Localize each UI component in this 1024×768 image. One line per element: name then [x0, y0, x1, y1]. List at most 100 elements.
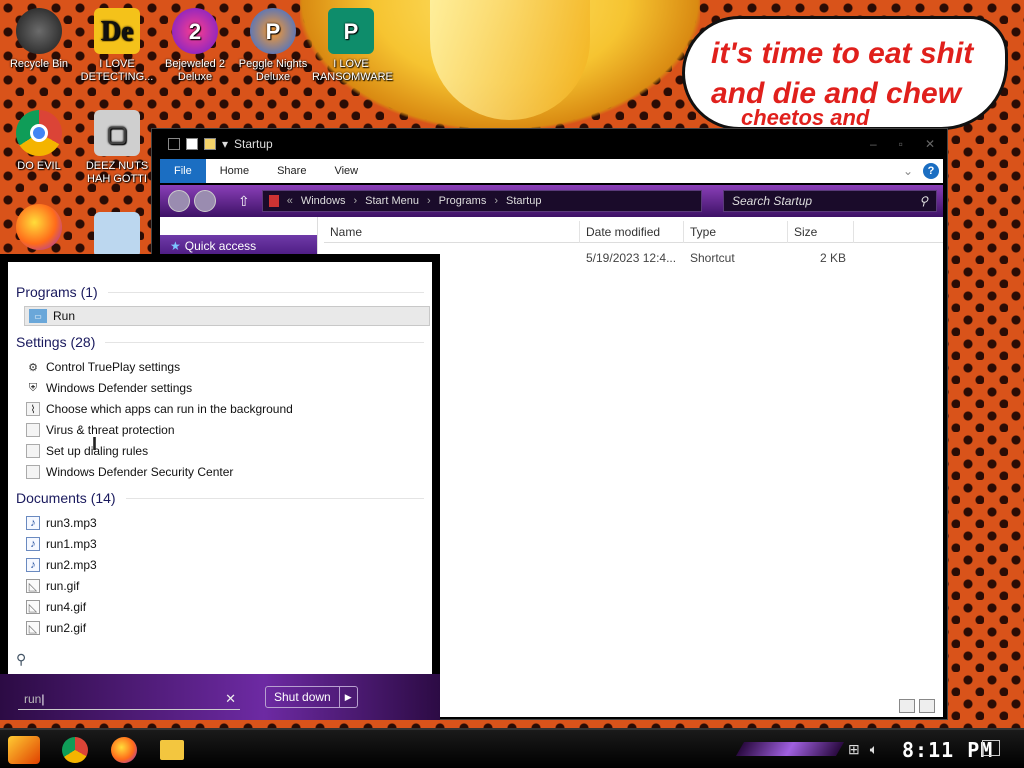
result-security-center[interactable]: Windows Defender Security Center	[26, 462, 233, 482]
start-button[interactable]	[8, 736, 40, 764]
up-arrow-icon[interactable]: ⇧	[238, 193, 250, 210]
shutdown-button[interactable]: Shut down	[266, 687, 339, 707]
desktop-icon-label: Recycle Bin	[9, 58, 69, 70]
desktop-icon-firefox[interactable]	[0, 204, 78, 254]
close-button[interactable]: ✕	[925, 137, 935, 151]
shield-icon: ⛨	[28, 381, 38, 394]
star-icon: ★	[170, 239, 181, 253]
address-bar[interactable]: « Windows › Start Menu › Programs › Star…	[261, 190, 702, 212]
shutdown-options-arrow[interactable]: ▶	[338, 687, 357, 707]
file-type: Shortcut	[690, 251, 735, 265]
column-type[interactable]: Type	[684, 221, 788, 243]
details-view-icon[interactable]	[899, 699, 915, 713]
desktop-icon-label: Peggle Nights Deluxe	[238, 58, 308, 83]
firefox-icon	[16, 204, 62, 250]
peggle-icon: P	[250, 8, 296, 54]
result-run[interactable]: ▭ Run	[24, 306, 430, 326]
search-box[interactable]: Search Startup ⚲	[723, 190, 937, 212]
search-icon: ⚲	[919, 194, 928, 208]
result-run2-gif[interactable]: ◺ run2.gif	[26, 618, 86, 638]
network-tray-icon[interactable]: ⊞	[848, 741, 860, 758]
chevron-down-icon[interactable]: ⌄	[903, 164, 913, 178]
chart-icon: ⌇	[26, 402, 40, 416]
column-name[interactable]: Name	[324, 221, 580, 243]
desktop-icon-ransomware[interactable]: P I LOVE RANSOMWARE	[312, 8, 393, 84]
properties-icon[interactable]	[186, 138, 198, 150]
page-icon	[26, 465, 40, 479]
view-toggle	[899, 699, 935, 713]
notifications-icon[interactable]	[982, 740, 1000, 756]
clear-search-icon[interactable]: ✕	[225, 688, 236, 710]
bubble-line-1: it's time to eat shit	[711, 37, 974, 70]
tab-view[interactable]: View	[320, 159, 372, 183]
result-trueplay-settings[interactable]: ⚙ Control TruePlay settings	[26, 357, 180, 377]
result-dialing-rules[interactable]: Set up dialing rules	[26, 441, 148, 461]
taskbar-clock[interactable]: 8:11 PM	[902, 738, 993, 762]
system-tray: ⊞ 🔈︎	[848, 741, 878, 758]
desktop-icon-label: I LOVE RANSOMWARE	[312, 58, 393, 83]
start-search-input[interactable]: run| ✕	[18, 688, 240, 710]
desktop-icon-label: DEEZ NUTS HAH GOTTI	[85, 160, 149, 185]
desktop-icon-peggle[interactable]: P Peggle Nights Deluxe	[234, 8, 312, 84]
page-icon	[26, 423, 40, 437]
result-run3-mp3[interactable]: ♪ run3.mp3	[26, 513, 97, 533]
desktop-icon-label: I LOVE DETECTING...	[80, 58, 154, 83]
desktop-icon-do-evil[interactable]: DO EVIL	[0, 110, 78, 173]
taskbar-firefox-icon[interactable]	[111, 737, 137, 763]
music-file-icon: ♪	[26, 558, 40, 572]
tab-home[interactable]: Home	[206, 159, 263, 183]
desktop-icon-detecting[interactable]: De I LOVE DETECTING...	[78, 8, 156, 84]
tab-file[interactable]: File	[160, 159, 206, 183]
result-virus-protection[interactable]: Virus & threat protection	[26, 420, 175, 440]
result-defender-settings[interactable]: ⛨ Windows Defender settings	[26, 378, 192, 398]
large-icons-view-icon[interactable]	[919, 699, 935, 713]
breadcrumb-windows[interactable]: Windows	[301, 195, 346, 207]
music-file-icon: ♪	[26, 516, 40, 530]
image-file-icon: ◺	[26, 621, 40, 635]
column-size[interactable]: Size	[788, 221, 854, 243]
explorer-titlebar[interactable]: ▾ Startup – ▫ ✕	[152, 129, 947, 159]
breadcrumb-start-menu[interactable]: Start Menu	[365, 195, 419, 207]
recycle-bin-icon	[16, 8, 62, 54]
taskbar-explorer-icon[interactable]	[160, 740, 184, 760]
publisher-icon: P	[328, 8, 374, 54]
column-date-modified[interactable]: Date modified	[580, 221, 684, 243]
taskbar-decoration	[735, 742, 845, 756]
column-headers: Name Date modified Type Size	[324, 221, 943, 243]
result-background-apps[interactable]: ⌇ Choose which apps can run in the backg…	[26, 399, 293, 419]
run-icon: ▭	[29, 309, 47, 323]
group-settings-header: Settings (28)	[16, 334, 424, 350]
result-run2-mp3[interactable]: ♪ run2.mp3	[26, 555, 97, 575]
new-folder-icon[interactable]	[204, 138, 216, 150]
volume-icon[interactable]: 🔈︎	[870, 741, 878, 758]
app-icon	[168, 138, 180, 150]
maximize-button[interactable]: ▫	[899, 137, 903, 151]
result-run4-gif[interactable]: ◺ run4.gif	[26, 597, 86, 617]
minimize-button[interactable]: –	[870, 137, 877, 151]
taskbar-chrome-icon[interactable]	[62, 737, 88, 763]
folder-icon	[268, 195, 279, 207]
search-placeholder: Search Startup	[732, 194, 813, 208]
desktop-icon-recycle-bin[interactable]: Recycle Bin	[0, 8, 78, 71]
search-more-icon[interactable]: ⚲	[16, 651, 26, 668]
help-button[interactable]: ?	[923, 163, 939, 179]
de-app-icon: De	[94, 8, 140, 54]
desktop-icon-label: DO EVIL	[17, 160, 61, 172]
result-run-gif[interactable]: ◺ run.gif	[26, 576, 79, 596]
ribbon-tabs: File Home Share View ⌄ ?	[160, 159, 943, 183]
desktop-icon-bejeweled[interactable]: 2 Bejeweled 2 Deluxe	[156, 8, 234, 84]
chevron-down-icon[interactable]: ▾	[222, 137, 228, 151]
page-icon	[26, 444, 40, 458]
search-results: Programs (1) ▭ Run Settings (28) ⚙ Contr…	[8, 262, 432, 674]
back-button[interactable]	[168, 190, 190, 212]
image-file-icon: ◺	[26, 579, 40, 593]
desktop-icon-label: Bejeweled 2 Deluxe	[165, 58, 225, 83]
image-file-icon: ◺	[26, 600, 40, 614]
forward-button[interactable]	[194, 190, 216, 212]
breadcrumb-programs[interactable]: Programs	[439, 195, 487, 207]
result-run1-mp3[interactable]: ♪ run1.mp3	[26, 534, 97, 554]
breadcrumb-startup[interactable]: Startup	[506, 195, 541, 207]
tab-share[interactable]: Share	[263, 159, 320, 183]
desktop-icon-deez-nuts[interactable]: ▢ DEEZ NUTS HAH GOTTI	[78, 110, 156, 186]
network-icon	[94, 212, 140, 258]
